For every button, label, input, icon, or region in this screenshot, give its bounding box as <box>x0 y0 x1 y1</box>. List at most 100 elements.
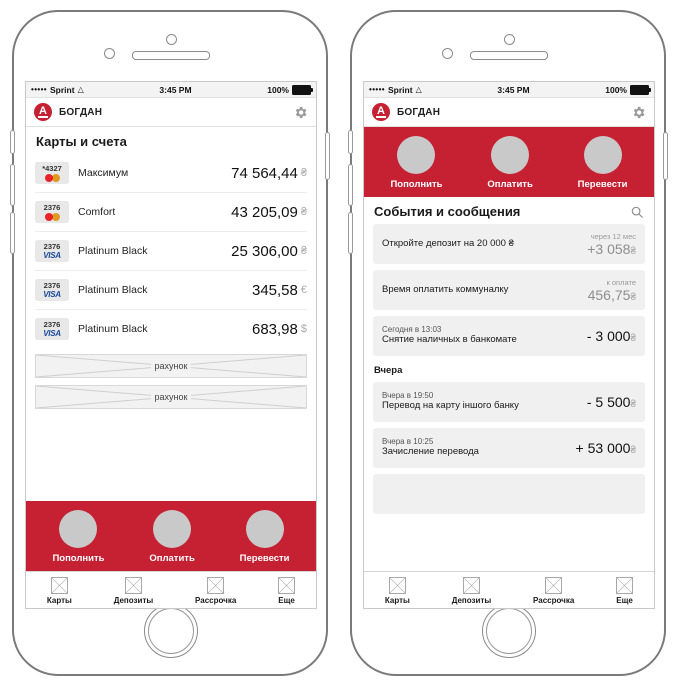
card-row[interactable]: 2376 VISA Platinum Black 25 306,00 ₴ <box>35 232 307 271</box>
tab-deposits[interactable]: Депозиты <box>114 577 153 605</box>
gear-icon[interactable] <box>631 105 646 120</box>
battery-percent-label: 100% <box>267 84 289 95</box>
card-row[interactable]: 2376 VISA Platinum Black 345,58 € <box>35 271 307 310</box>
screen-right: ••••• Sprint △ 3:45 PM 100% A БОГДАН Поп… <box>363 81 655 609</box>
transaction-amount: - 3 000₴ <box>586 328 636 344</box>
placeholder-box-icon <box>388 577 406 594</box>
phone-frame-right: ••••• Sprint △ 3:45 PM 100% A БОГДАН Поп… <box>348 10 668 676</box>
card-currency-label: ₴ <box>300 245 307 257</box>
placeholder-box-icon <box>462 577 480 594</box>
tab-cards[interactable]: Карты <box>47 577 72 605</box>
transaction-row[interactable]: Вчера в 19:50 Перевод на карту іншого ба… <box>373 382 645 422</box>
card-name-label: Platinum Black <box>78 284 148 296</box>
status-bar: ••••• Sprint △ 3:45 PM 100% <box>364 82 654 98</box>
tab-label: Рассрочка <box>195 596 237 605</box>
card-currency-label: ₴ <box>300 206 307 218</box>
event-row[interactable]: Откройте депозит на 20 000 ₴ через 12 ме… <box>373 224 645 264</box>
visa-icon: VISA <box>43 251 61 261</box>
screen-left: ••••• Sprint △ 3:45 PM 100% A БОГДАН Кар… <box>25 81 317 609</box>
action-transfer[interactable]: Перевести <box>578 136 628 190</box>
proximity-sensor <box>442 48 453 59</box>
home-button[interactable] <box>482 604 536 658</box>
card-amount-label: 683,98 <box>251 320 298 338</box>
card-number-label: 2376 <box>43 280 61 290</box>
power-button[interactable] <box>325 132 330 180</box>
phone-frame-left: ••••• Sprint △ 3:45 PM 100% A БОГДАН Кар… <box>10 10 330 676</box>
placeholder-box-icon <box>545 577 563 594</box>
tab-more[interactable]: Еще <box>278 577 296 605</box>
volume-down-button[interactable] <box>348 212 353 254</box>
volume-up-button[interactable] <box>348 164 353 206</box>
tab-label: Депозиты <box>451 596 492 605</box>
card-name-label: Platinum Black <box>78 323 148 335</box>
action-top-up[interactable]: Пополнить <box>52 510 104 564</box>
placeholder-box-icon <box>50 577 68 594</box>
card-row[interactable]: *4327 Максимум 74 564,44 ₴ <box>35 154 307 193</box>
power-button[interactable] <box>663 132 668 180</box>
silent-switch[interactable] <box>10 130 15 154</box>
bank-logo-icon: A <box>372 103 390 121</box>
action-label: Перевести <box>239 553 290 564</box>
signal-strength-icon: ••••• <box>31 85 48 94</box>
event-caption: через 12 мес <box>590 231 636 241</box>
card-row[interactable]: 2376 Comfort 43 205,09 ₴ <box>35 193 307 232</box>
tab-cards[interactable]: Карты <box>385 577 410 605</box>
transaction-text: Снятие наличных в банкомате <box>382 334 517 346</box>
tab-installments[interactable]: Рассрочка <box>195 577 236 605</box>
battery-icon <box>630 84 651 95</box>
app-nav-bar: A БОГДАН <box>364 98 654 127</box>
card-thumbnail: 2376 <box>35 201 69 223</box>
event-row[interactable]: Время оплатить коммуналку к оплате 456,7… <box>373 270 645 310</box>
action-pay[interactable]: Оплатить <box>149 510 195 564</box>
card-number-label: 2376 <box>43 241 61 251</box>
transaction-row[interactable]: Сегодня в 13:03 Снятие наличных в банком… <box>373 316 645 356</box>
status-bar: ••••• Sprint △ 3:45 PM 100% <box>26 82 316 98</box>
action-label: Пополнить <box>390 179 443 190</box>
action-top-up[interactable]: Пополнить <box>390 136 442 190</box>
card-currency-label: ₴ <box>300 167 307 179</box>
transaction-amount: - 5 500₴ <box>586 394 636 410</box>
clock-label: 3:45 PM <box>159 84 192 95</box>
search-icon[interactable] <box>630 205 644 219</box>
action-label: Перевести <box>577 179 628 190</box>
volume-down-button[interactable] <box>10 212 15 254</box>
card-row[interactable]: 2376 VISA Platinum Black 683,98 $ <box>35 310 307 348</box>
tab-more[interactable]: Еще <box>616 577 634 605</box>
card-name-label: Platinum Black <box>78 245 148 257</box>
front-camera-icon <box>165 34 177 45</box>
silent-switch[interactable] <box>348 130 353 154</box>
transaction-row[interactable]: Вчера в 10:25 Зачисление перевода + 53 0… <box>373 428 645 468</box>
transaction-row-partial[interactable] <box>373 474 645 514</box>
transaction-amount: + 53 000₴ <box>575 440 636 456</box>
card-name-label: Comfort <box>78 206 116 218</box>
action-pay[interactable]: Оплатить <box>487 136 533 190</box>
transaction-text: Перевод на карту іншого банку <box>382 400 519 412</box>
account-placeholder-row[interactable]: рахунок <box>35 354 307 378</box>
event-text: Время оплатить коммуналку <box>382 283 509 295</box>
event-text: Откройте депозит на 20 000 ₴ <box>382 237 514 249</box>
events-list: Откройте депозит на 20 000 ₴ через 12 ме… <box>364 224 654 514</box>
tab-label: Еще <box>616 596 633 605</box>
day-separator-label: Вчера <box>374 365 403 376</box>
card-name-label: Максимум <box>78 167 129 179</box>
tab-bar: Карты Депозиты Рассрочка Еще <box>364 571 654 608</box>
account-placeholder-row[interactable]: рахунок <box>35 385 307 409</box>
card-amount-label: 43 205,09 <box>231 203 298 221</box>
volume-up-button[interactable] <box>10 164 15 206</box>
action-label: Оплатить <box>487 179 533 190</box>
tab-installments[interactable]: Рассрочка <box>533 577 574 605</box>
action-transfer[interactable]: Перевести <box>240 510 290 564</box>
transaction-time: Сегодня в 13:03 <box>382 325 442 335</box>
circle-placeholder-icon <box>153 510 192 548</box>
tab-deposits[interactable]: Депозиты <box>451 577 492 605</box>
circle-placeholder-icon <box>583 136 622 174</box>
cards-list: *4327 Максимум 74 564,44 ₴ 2376 Comfort … <box>26 154 316 348</box>
events-header: События и сообщения <box>364 197 654 224</box>
gear-icon[interactable] <box>293 105 308 120</box>
page-title: Карты и счета <box>36 134 127 149</box>
card-thumbnail: 2376 VISA <box>35 279 69 301</box>
event-caption: к оплате <box>606 277 636 287</box>
tab-label: Рассрочка <box>533 596 575 605</box>
screen-content-left: Карты и счета *4327 Максимум 74 564,44 ₴… <box>26 127 316 571</box>
home-button[interactable] <box>144 604 198 658</box>
